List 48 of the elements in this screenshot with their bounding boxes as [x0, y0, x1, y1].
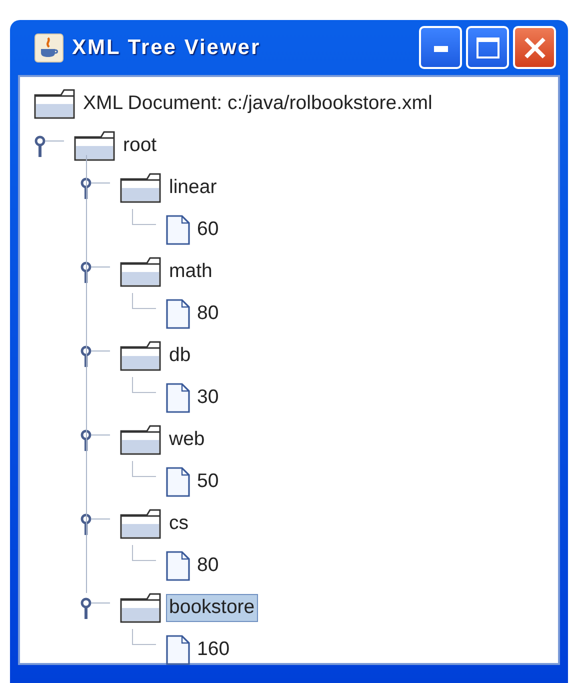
tree-node-label[interactable]: db — [166, 342, 194, 370]
tree-connector-icon — [132, 293, 156, 309]
document-icon — [166, 383, 190, 413]
tree-node-label[interactable]: XML Document: c:/java/rolbookstore.xml — [80, 90, 436, 118]
tree-node-label[interactable]: 60 — [194, 216, 222, 244]
window-title: XML Tree Viewer — [72, 34, 261, 61]
close-icon — [522, 36, 546, 60]
expand-handle-icon[interactable] — [80, 597, 110, 619]
folder-icon — [74, 131, 116, 161]
tree-connector-icon — [132, 461, 156, 477]
folder-icon — [120, 173, 162, 203]
app-icon — [34, 32, 64, 62]
close-button[interactable] — [513, 26, 556, 69]
expand-handle-icon[interactable] — [80, 177, 110, 199]
tree-connector-icon — [132, 545, 156, 561]
folder-icon — [120, 341, 162, 371]
tree-node-label[interactable]: linear — [166, 174, 220, 202]
expand-handle-icon[interactable] — [80, 429, 110, 451]
minimize-button[interactable] — [419, 26, 462, 69]
maximize-icon — [476, 36, 500, 58]
expand-handle-icon[interactable] — [80, 513, 110, 535]
tree-node-label[interactable]: bookstore — [166, 594, 258, 622]
minimize-icon — [434, 44, 448, 52]
document-icon — [166, 551, 190, 581]
tree-node-label[interactable]: cs — [166, 510, 192, 538]
expand-handle-icon[interactable] — [34, 135, 64, 157]
tree-node-label[interactable]: math — [166, 258, 216, 286]
tree-node-label[interactable]: web — [166, 426, 208, 454]
folder-icon — [34, 89, 76, 119]
folder-icon — [120, 509, 162, 539]
tree-node-label[interactable]: 50 — [194, 468, 222, 496]
tree-node-label[interactable]: 80 — [194, 300, 222, 328]
tree-connector-icon — [132, 629, 156, 645]
tree-connector-icon — [132, 209, 156, 225]
document-icon — [166, 215, 190, 245]
tree-node-label[interactable]: 160 — [194, 636, 233, 664]
folder-icon — [120, 593, 162, 623]
tree-connector-icon — [132, 377, 156, 393]
tree-node-label[interactable]: 30 — [194, 384, 222, 412]
maximize-button[interactable] — [466, 26, 509, 69]
expand-handle-icon[interactable] — [80, 261, 110, 283]
document-icon — [166, 299, 190, 329]
tree-node-label[interactable]: root — [120, 132, 160, 160]
folder-icon — [120, 257, 162, 287]
expand-handle-icon[interactable] — [80, 345, 110, 367]
tree-node-label[interactable]: 80 — [194, 552, 222, 580]
folder-icon — [120, 425, 162, 455]
document-icon — [166, 467, 190, 497]
